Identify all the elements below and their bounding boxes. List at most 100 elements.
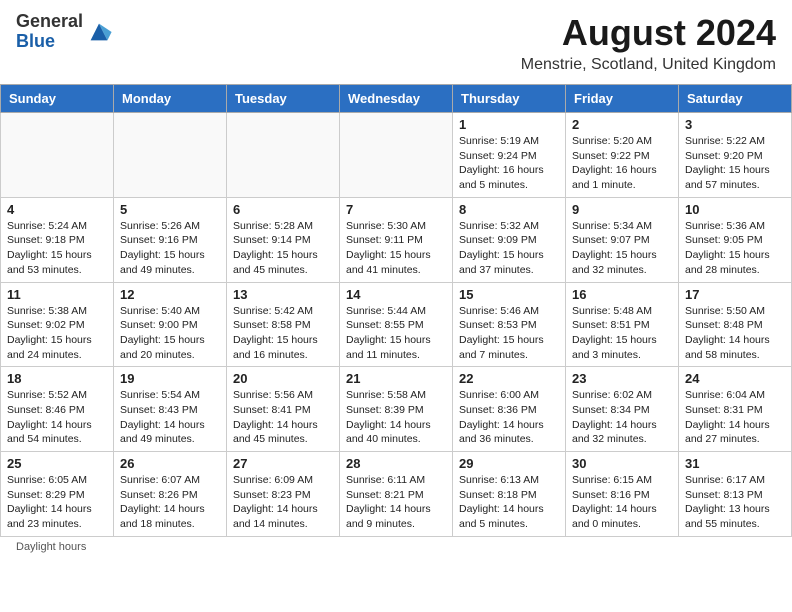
calendar-cell: [340, 113, 453, 198]
calendar-table: SundayMondayTuesdayWednesdayThursdayFrid…: [0, 84, 792, 537]
logo: General Blue: [16, 12, 113, 52]
footer-note: Daylight hours: [0, 537, 792, 559]
calendar-week-row: 4 Sunrise: 5:24 AM Sunset: 9:18 PM Daylig…: [1, 197, 792, 282]
page-header: General Blue August 2024 Menstrie, Scotl…: [0, 0, 792, 80]
calendar-cell: 31 Sunrise: 6:17 AM Sunset: 8:13 PM Dayli…: [679, 452, 792, 537]
day-info: Sunrise: 5:30 AM Sunset: 9:11 PM Dayligh…: [346, 219, 446, 278]
calendar-cell: 15 Sunrise: 5:46 AM Sunset: 8:53 PM Dayli…: [453, 282, 566, 367]
day-number: 22: [459, 371, 559, 386]
day-number: 2: [572, 117, 672, 132]
title-section: August 2024 Menstrie, Scotland, United K…: [113, 12, 776, 74]
calendar-cell: 2 Sunrise: 5:20 AM Sunset: 9:22 PM Daylig…: [566, 113, 679, 198]
day-info: Sunrise: 5:38 AM Sunset: 9:02 PM Dayligh…: [7, 304, 107, 363]
logo-blue: Blue: [16, 32, 83, 52]
calendar-header-thursday: Thursday: [453, 85, 566, 113]
day-info: Sunrise: 6:02 AM Sunset: 8:34 PM Dayligh…: [572, 388, 672, 447]
calendar-cell: 7 Sunrise: 5:30 AM Sunset: 9:11 PM Daylig…: [340, 197, 453, 282]
day-number: 13: [233, 287, 333, 302]
day-number: 6: [233, 202, 333, 217]
day-info: Sunrise: 5:40 AM Sunset: 9:00 PM Dayligh…: [120, 304, 220, 363]
calendar-header-sunday: Sunday: [1, 85, 114, 113]
day-info: Sunrise: 6:04 AM Sunset: 8:31 PM Dayligh…: [685, 388, 785, 447]
calendar-cell: 5 Sunrise: 5:26 AM Sunset: 9:16 PM Daylig…: [114, 197, 227, 282]
day-info: Sunrise: 5:24 AM Sunset: 9:18 PM Dayligh…: [7, 219, 107, 278]
day-info: Sunrise: 5:26 AM Sunset: 9:16 PM Dayligh…: [120, 219, 220, 278]
calendar-cell: 9 Sunrise: 5:34 AM Sunset: 9:07 PM Daylig…: [566, 197, 679, 282]
calendar-cell: 20Sunrise: 5:56 AM Sunset: 8:41 PM Dayli…: [227, 367, 340, 452]
day-number: 9: [572, 202, 672, 217]
day-number: 8: [459, 202, 559, 217]
day-info: Sunrise: 6:07 AM Sunset: 8:26 PM Dayligh…: [120, 473, 220, 532]
calendar-week-row: 18 Sunrise: 5:52 AM Sunset: 8:46 PM Dayli…: [1, 367, 792, 452]
calendar-cell: 14 Sunrise: 5:44 AM Sunset: 8:55 PM Dayli…: [340, 282, 453, 367]
calendar-header-monday: Monday: [114, 85, 227, 113]
day-number: 10: [685, 202, 785, 217]
calendar-header-friday: Friday: [566, 85, 679, 113]
day-number: 11: [7, 287, 107, 302]
calendar-cell: 30Sunrise: 6:15 AM Sunset: 8:16 PM Dayli…: [566, 452, 679, 537]
calendar-cell: 19 Sunrise: 5:54 AM Sunset: 8:43 PM Dayli…: [114, 367, 227, 452]
day-number: 16: [572, 287, 672, 302]
day-info: Sunrise: 5:44 AM Sunset: 8:55 PM Dayligh…: [346, 304, 446, 363]
day-number: 7: [346, 202, 446, 217]
day-number: 24: [685, 371, 785, 386]
day-info: Sunrise: 5:32 AM Sunset: 9:09 PM Dayligh…: [459, 219, 559, 278]
day-info: Sunrise: 5:22 AM Sunset: 9:20 PM Dayligh…: [685, 134, 785, 193]
calendar-header-saturday: Saturday: [679, 85, 792, 113]
calendar-cell: 16Sunrise: 5:48 AM Sunset: 8:51 PM Dayli…: [566, 282, 679, 367]
day-number: 4: [7, 202, 107, 217]
calendar-week-row: 25Sunrise: 6:05 AM Sunset: 8:29 PM Dayli…: [1, 452, 792, 537]
day-info: Sunrise: 5:36 AM Sunset: 9:05 PM Dayligh…: [685, 219, 785, 278]
day-number: 25: [7, 456, 107, 471]
day-info: Sunrise: 5:58 AM Sunset: 8:39 PM Dayligh…: [346, 388, 446, 447]
day-number: 31: [685, 456, 785, 471]
day-number: 27: [233, 456, 333, 471]
day-info: Sunrise: 5:52 AM Sunset: 8:46 PM Dayligh…: [7, 388, 107, 447]
calendar-cell: [227, 113, 340, 198]
logo-icon: [85, 18, 113, 46]
day-number: 3: [685, 117, 785, 132]
calendar-cell: 4 Sunrise: 5:24 AM Sunset: 9:18 PM Daylig…: [1, 197, 114, 282]
day-info: Sunrise: 5:20 AM Sunset: 9:22 PM Dayligh…: [572, 134, 672, 193]
day-info: Sunrise: 6:17 AM Sunset: 8:13 PM Dayligh…: [685, 473, 785, 532]
calendar-cell: 28Sunrise: 6:11 AM Sunset: 8:21 PM Dayli…: [340, 452, 453, 537]
day-number: 5: [120, 202, 220, 217]
day-info: Sunrise: 5:19 AM Sunset: 9:24 PM Dayligh…: [459, 134, 559, 193]
day-info: Sunrise: 5:54 AM Sunset: 8:43 PM Dayligh…: [120, 388, 220, 447]
calendar-header-wednesday: Wednesday: [340, 85, 453, 113]
calendar-week-row: 1 Sunrise: 5:19 AM Sunset: 9:24 PM Daylig…: [1, 113, 792, 198]
calendar-cell: 8 Sunrise: 5:32 AM Sunset: 9:09 PM Daylig…: [453, 197, 566, 282]
calendar-cell: 17Sunrise: 5:50 AM Sunset: 8:48 PM Dayli…: [679, 282, 792, 367]
day-number: 14: [346, 287, 446, 302]
calendar-cell: 22Sunrise: 6:00 AM Sunset: 8:36 PM Dayli…: [453, 367, 566, 452]
day-number: 12: [120, 287, 220, 302]
day-info: Sunrise: 5:46 AM Sunset: 8:53 PM Dayligh…: [459, 304, 559, 363]
calendar-cell: 10 Sunrise: 5:36 AM Sunset: 9:05 PM Dayli…: [679, 197, 792, 282]
day-number: 29: [459, 456, 559, 471]
day-number: 23: [572, 371, 672, 386]
day-number: 30: [572, 456, 672, 471]
day-info: Sunrise: 5:34 AM Sunset: 9:07 PM Dayligh…: [572, 219, 672, 278]
calendar-cell: [1, 113, 114, 198]
calendar-header-tuesday: Tuesday: [227, 85, 340, 113]
day-number: 19: [120, 371, 220, 386]
calendar-cell: 24 Sunrise: 6:04 AM Sunset: 8:31 PM Dayli…: [679, 367, 792, 452]
day-number: 18: [7, 371, 107, 386]
calendar-cell: 26 Sunrise: 6:07 AM Sunset: 8:26 PM Dayli…: [114, 452, 227, 537]
location: Menstrie, Scotland, United Kingdom: [113, 56, 776, 74]
calendar-cell: 12 Sunrise: 5:40 AM Sunset: 9:00 PM Dayli…: [114, 282, 227, 367]
calendar-cell: 13Sunrise: 5:42 AM Sunset: 8:58 PM Dayli…: [227, 282, 340, 367]
day-number: 20: [233, 371, 333, 386]
calendar-cell: 3 Sunrise: 5:22 AM Sunset: 9:20 PM Daylig…: [679, 113, 792, 198]
calendar-cell: 25Sunrise: 6:05 AM Sunset: 8:29 PM Dayli…: [1, 452, 114, 537]
day-number: 28: [346, 456, 446, 471]
day-info: Sunrise: 6:09 AM Sunset: 8:23 PM Dayligh…: [233, 473, 333, 532]
day-number: 1: [459, 117, 559, 132]
calendar-cell: 18 Sunrise: 5:52 AM Sunset: 8:46 PM Dayli…: [1, 367, 114, 452]
day-number: 26: [120, 456, 220, 471]
calendar-cell: 6Sunrise: 5:28 AM Sunset: 9:14 PM Daylig…: [227, 197, 340, 282]
logo-general: General: [16, 12, 83, 32]
day-number: 17: [685, 287, 785, 302]
day-number: 21: [346, 371, 446, 386]
day-number: 15: [459, 287, 559, 302]
